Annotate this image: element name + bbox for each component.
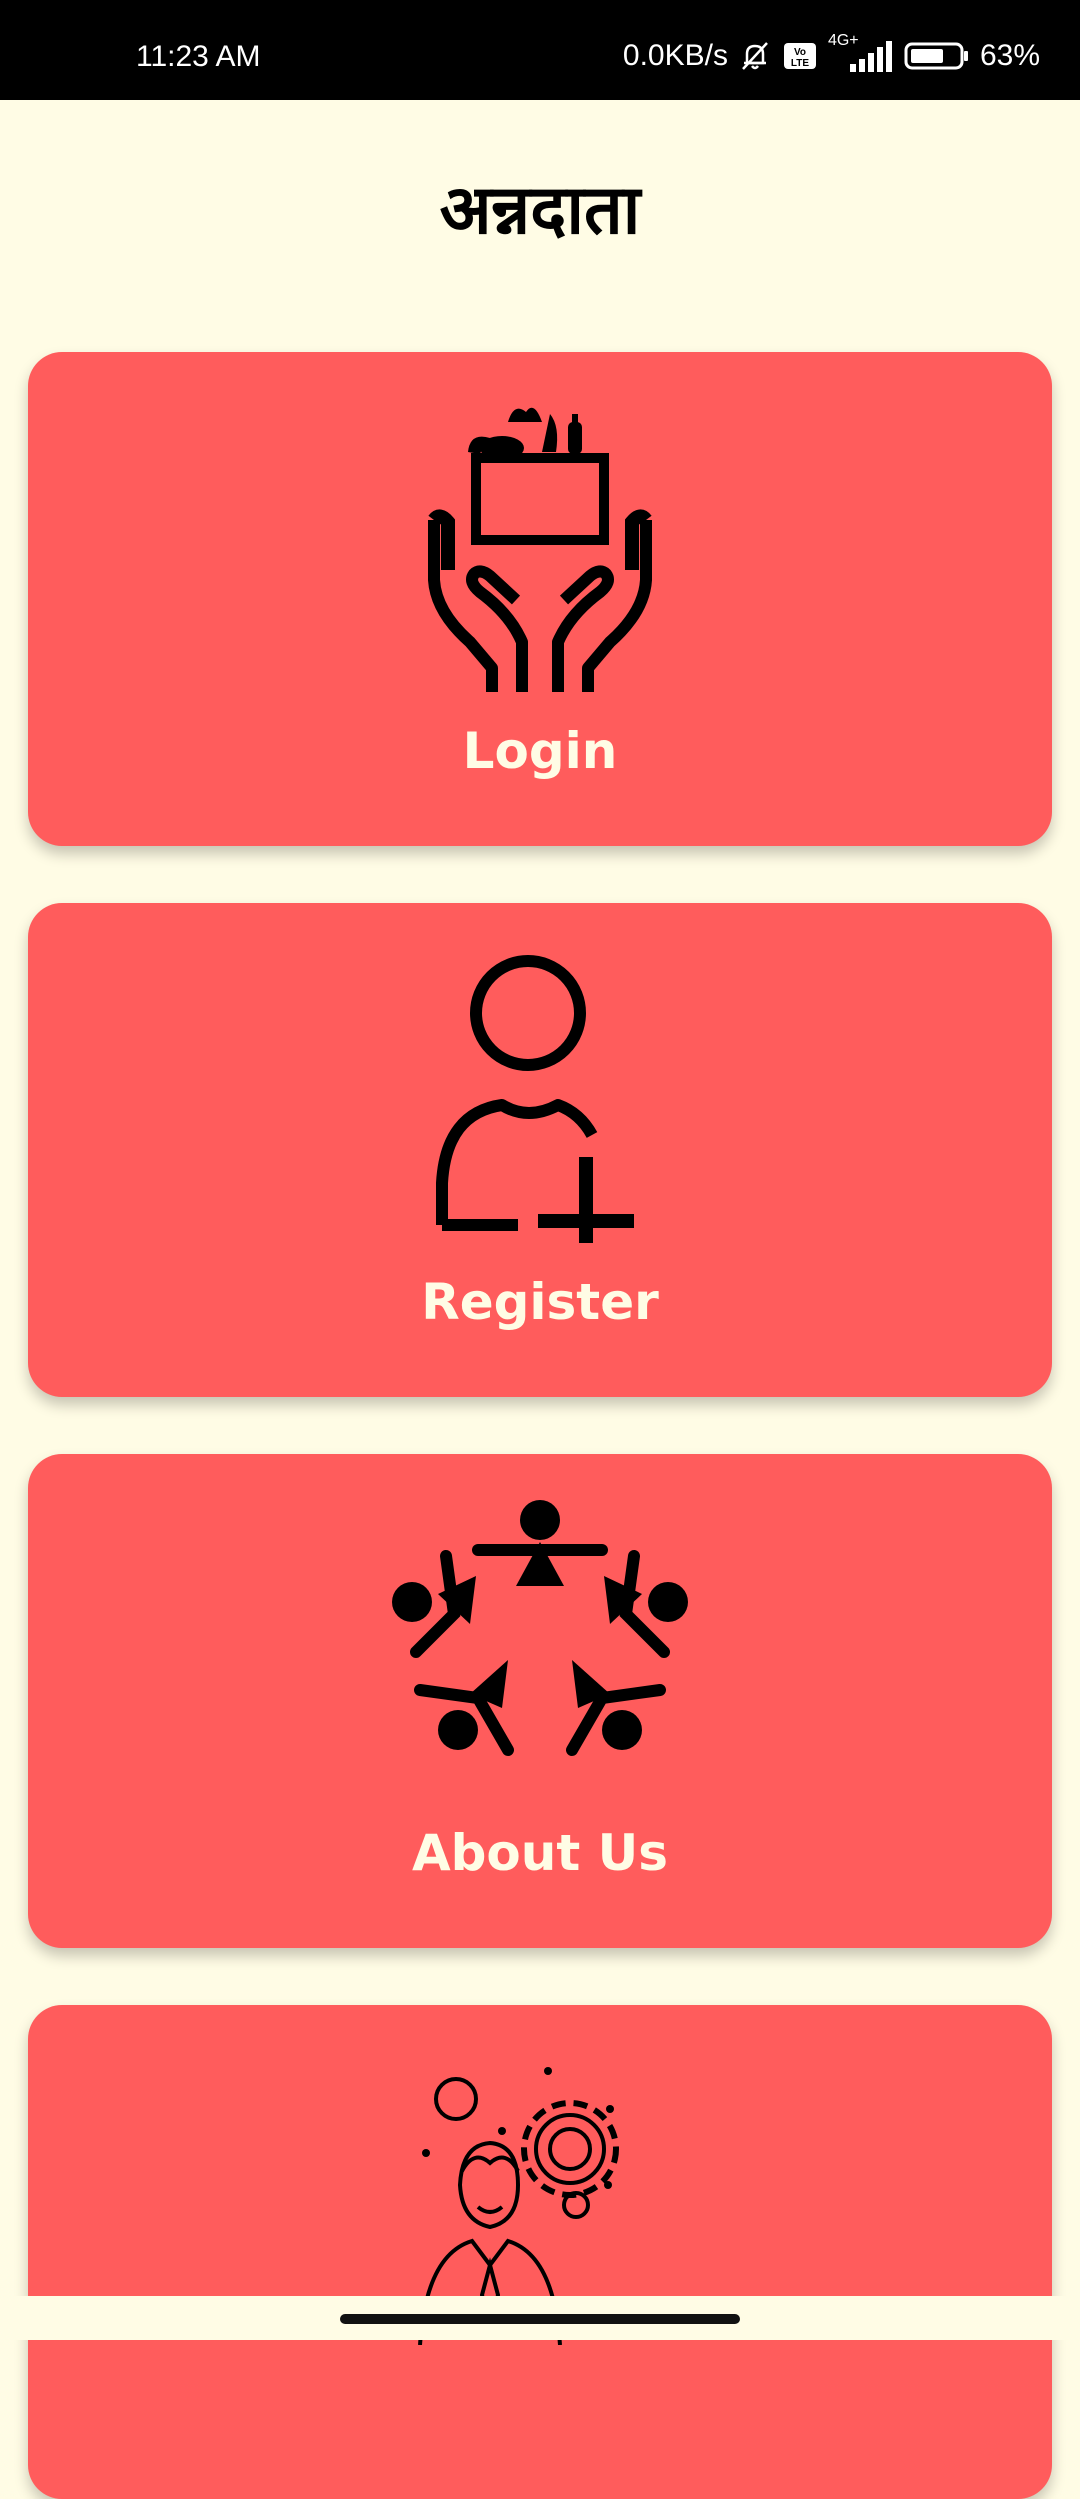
support-card[interactable] (28, 2005, 1052, 2499)
signal-icon: 4G+ (828, 32, 894, 74)
battery-percent: 63% (979, 39, 1040, 72)
add-user-icon (28, 943, 1052, 1243)
status-indicators: 0.0KB/s Vo LTE 4G+ 63% (622, 32, 1040, 74)
status-time: 11:23 AM (136, 40, 261, 73)
volte-text-lte: LTE (791, 58, 809, 69)
network-speed: 0.0KB/s (622, 39, 728, 72)
battery-icon (904, 39, 970, 73)
volte-text-vo: Vo (794, 47, 806, 58)
status-bar: 11:23 AM 0.0KB/s Vo LTE 4G+ 63% (0, 0, 1080, 100)
mute-bell-icon (738, 39, 772, 73)
home-gesture-handle[interactable] (340, 2314, 740, 2324)
navigation-bar (0, 2296, 1080, 2340)
food-donation-hands-icon (28, 392, 1052, 692)
about-us-label: About Us (411, 1824, 669, 1882)
app-title: अन्नदाता (439, 171, 641, 250)
register-card[interactable]: Register (28, 903, 1052, 1397)
community-circle-icon (28, 1494, 1052, 1794)
register-label: Register (421, 1273, 659, 1331)
volte-icon: Vo LTE (782, 39, 818, 73)
about-us-card[interactable]: About Us (28, 1454, 1052, 1948)
login-card[interactable]: Login (28, 352, 1052, 846)
login-label: Login (462, 722, 618, 780)
